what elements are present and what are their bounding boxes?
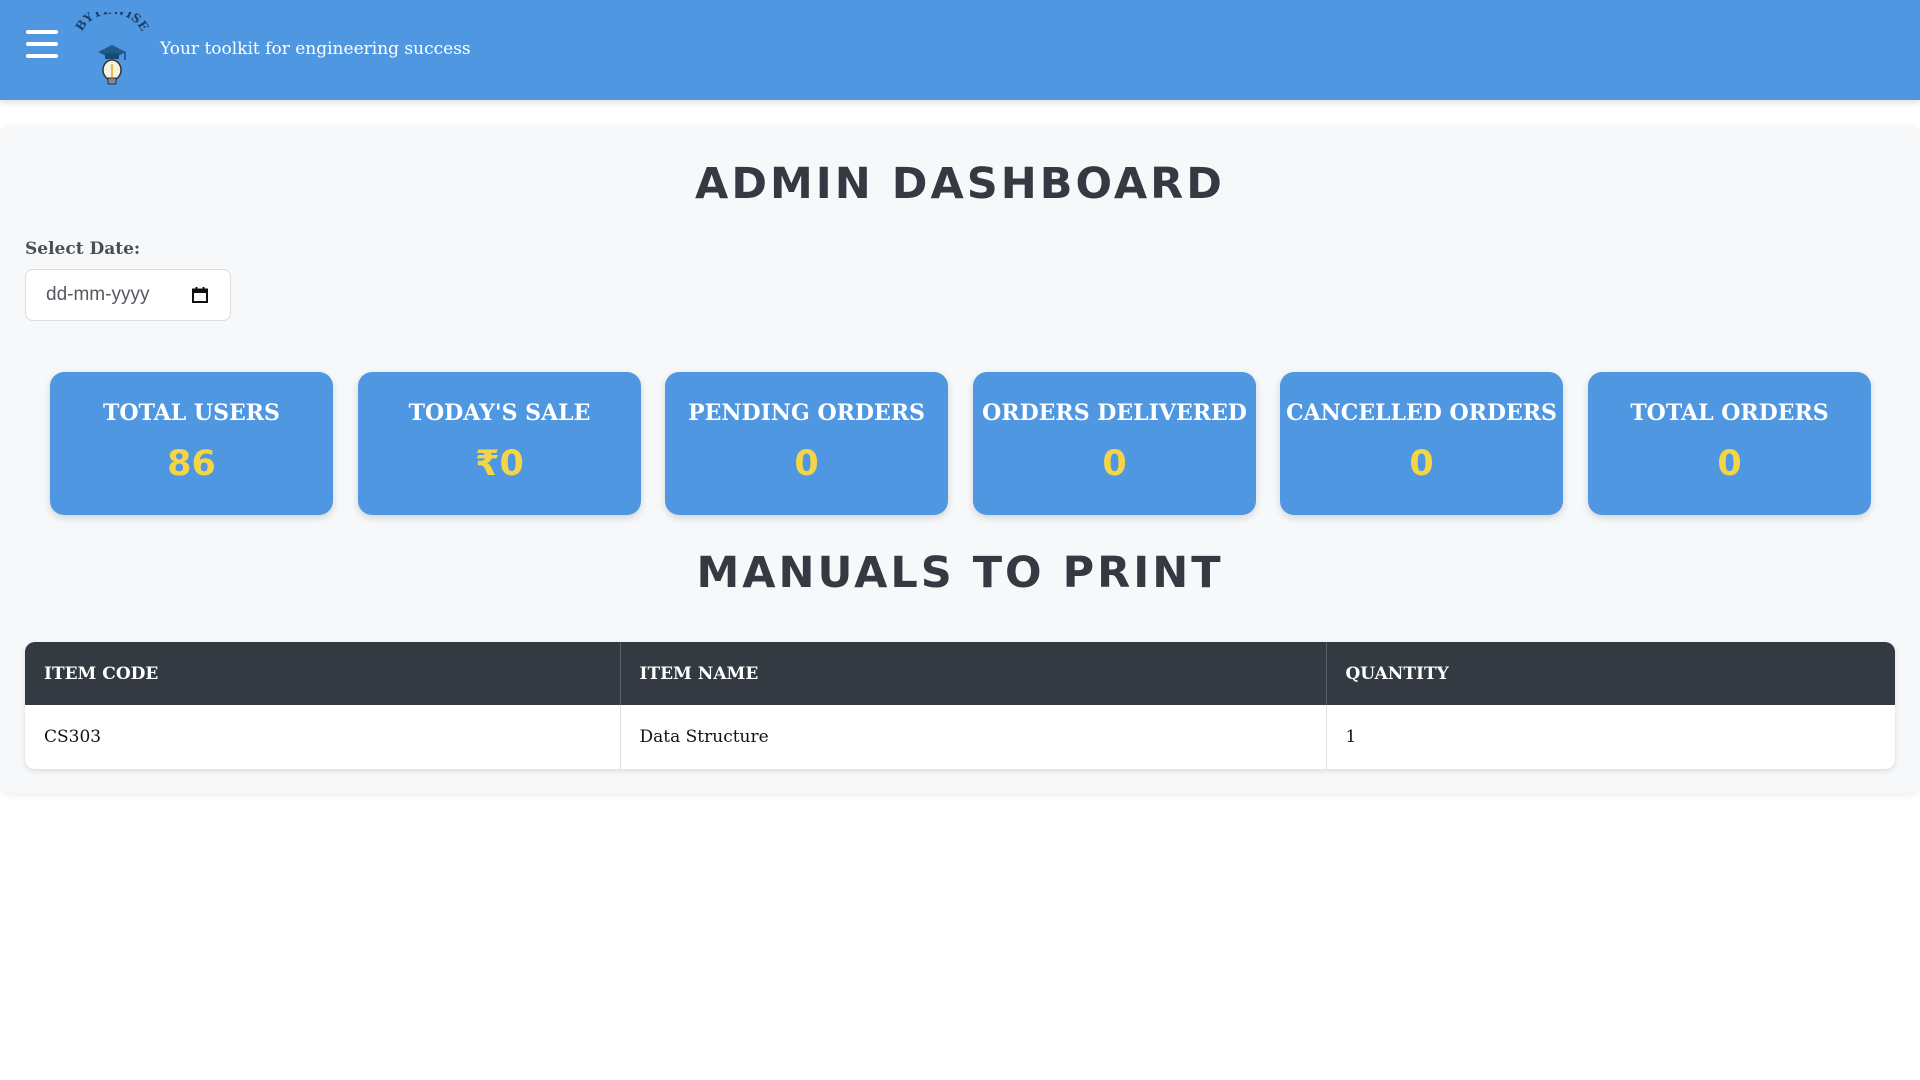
table-header-row: ITEM CODE ITEM NAME QUANTITY — [25, 642, 1895, 705]
hamburger-menu-icon[interactable] — [26, 30, 58, 58]
stat-value: 0 — [1717, 444, 1742, 484]
stats-row: TOTAL USERS 86 TODAY'S SALE ₹0 PENDING O… — [0, 372, 1920, 515]
stat-card-todays-sale[interactable]: TODAY'S SALE ₹0 — [358, 372, 641, 515]
cell-item-name: Data Structure — [620, 705, 1327, 769]
stat-card-total-orders[interactable]: TOTAL ORDERS 0 — [1588, 372, 1871, 515]
stat-title: TODAY'S SALE — [408, 400, 591, 426]
page-title: ADMIN DASHBOARD — [695, 159, 1225, 209]
stat-value: 0 — [1102, 444, 1127, 484]
logo-text: BYTEWISE — [73, 2, 152, 33]
manuals-section-title: MANUALS TO PRINT — [696, 548, 1224, 598]
stat-value: 0 — [1409, 444, 1434, 484]
top-navbar: BYTEWISE Your toolkit for engineering su… — [0, 0, 1920, 100]
column-header-item-name[interactable]: ITEM NAME — [620, 642, 1327, 705]
stat-title: PENDING ORDERS — [688, 400, 925, 426]
manuals-table: ITEM CODE ITEM NAME QUANTITY CS303 Data … — [25, 642, 1895, 769]
table-row[interactable]: CS303 Data Structure 1 — [25, 705, 1895, 769]
stat-value: ₹0 — [475, 444, 524, 484]
calendar-icon[interactable] — [192, 287, 208, 303]
stat-value: 0 — [794, 444, 819, 484]
stat-title: CANCELLED ORDERS — [1286, 400, 1557, 426]
cell-item-code: CS303 — [25, 705, 621, 769]
svg-text:BYTEWISE: BYTEWISE — [74, 12, 150, 33]
bytewise-logo[interactable]: BYTEWISE — [73, 2, 151, 90]
column-header-item-code[interactable]: ITEM CODE — [25, 642, 621, 705]
stat-card-total-users[interactable]: TOTAL USERS 86 — [50, 372, 333, 515]
stat-title: ORDERS DELIVERED — [982, 400, 1247, 426]
date-input[interactable]: dd-mm-yyyy — [25, 269, 231, 321]
stat-value: 86 — [167, 444, 216, 484]
column-header-quantity[interactable]: QUANTITY — [1326, 642, 1895, 705]
cell-quantity: 1 — [1345, 727, 1357, 747]
stat-card-cancelled-orders[interactable]: CANCELLED ORDERS 0 — [1280, 372, 1563, 515]
date-input-placeholder: dd-mm-yyyy — [46, 284, 150, 305]
date-filter-label: Select Date: — [25, 239, 141, 259]
dashboard-panel: ADMIN DASHBOARD Select Date: dd-mm-yyyy … — [0, 125, 1920, 793]
stat-title: TOTAL ORDERS — [1630, 400, 1829, 426]
stat-card-orders-delivered[interactable]: ORDERS DELIVERED 0 — [973, 372, 1256, 515]
app-tagline: Your toolkit for engineering success — [160, 39, 471, 59]
stat-card-pending-orders[interactable]: PENDING ORDERS 0 — [665, 372, 948, 515]
stat-title: TOTAL USERS — [103, 400, 280, 426]
